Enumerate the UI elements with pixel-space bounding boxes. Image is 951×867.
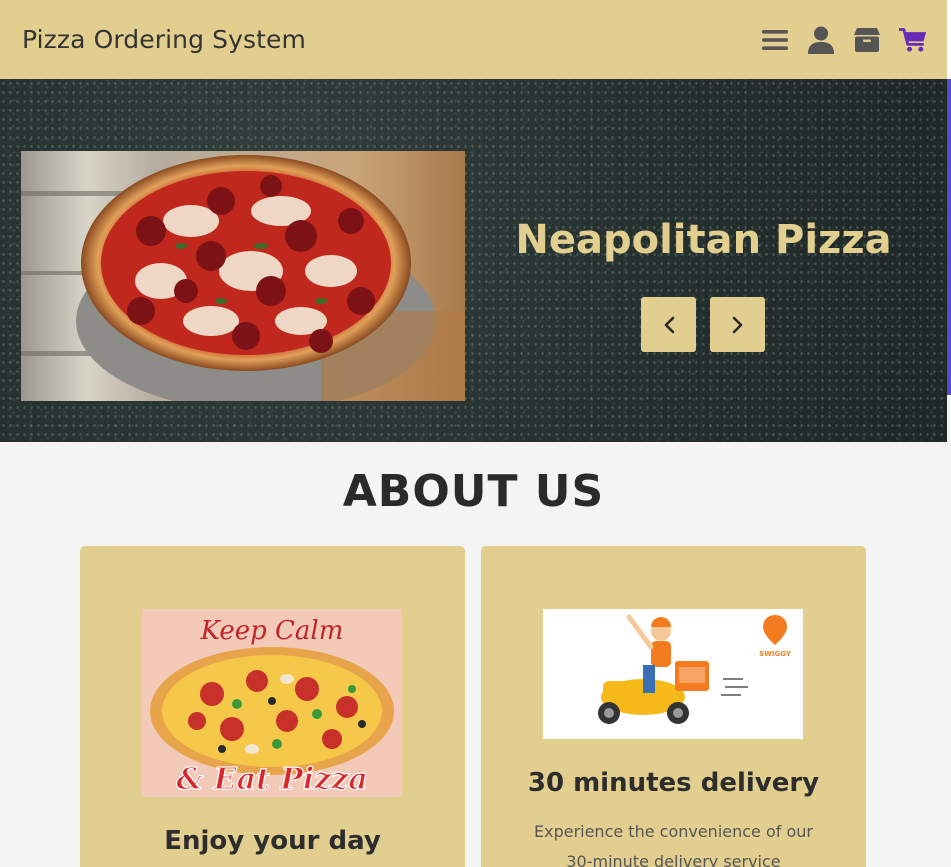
brand-title[interactable]: Pizza Ordering System <box>22 25 306 54</box>
top-navbar: Pizza Ordering System <box>0 0 947 79</box>
svg-text:Keep Calm: Keep Calm <box>200 616 344 646</box>
user-icon[interactable] <box>807 25 835 55</box>
carousel-prev-button[interactable] <box>641 297 696 352</box>
about-card-enjoy: Keep Calm & Eat Pizza Enjoy your day <box>80 546 465 867</box>
carousel-next-button[interactable] <box>710 297 765 352</box>
scrollbar-track-top <box>947 0 951 79</box>
swiggy-delivery-scooter-illustration: SWIGGY <box>543 609 803 739</box>
box-icon[interactable] <box>853 25 881 55</box>
hero-carousel: Neapolitan Pizza <box>0 79 947 442</box>
svg-text:& Eat Pizza: & Eat Pizza <box>176 762 368 797</box>
pepperoni-pizza-photo <box>21 151 465 401</box>
chevron-left-icon <box>664 316 674 333</box>
hero-title: Neapolitan Pizza <box>515 217 892 263</box>
menu-icon[interactable] <box>761 25 789 55</box>
about-us-heading: ABOUT US <box>342 466 605 517</box>
svg-text:SWIGGY: SWIGGY <box>759 650 792 658</box>
card-description: Experience the convenience of our 30-min… <box>533 822 813 867</box>
about-card-delivery: SWIGGY 30 minutes delivery Experience th… <box>481 546 866 867</box>
chevron-right-icon <box>732 316 742 333</box>
card-title: Enjoy your day <box>164 826 381 856</box>
nav-icons <box>761 25 927 55</box>
keep-calm-pizza-illustration: Keep Calm & Eat Pizza <box>142 609 402 797</box>
cart-icon[interactable] <box>899 25 927 55</box>
card-title: 30 minutes delivery <box>527 768 820 798</box>
